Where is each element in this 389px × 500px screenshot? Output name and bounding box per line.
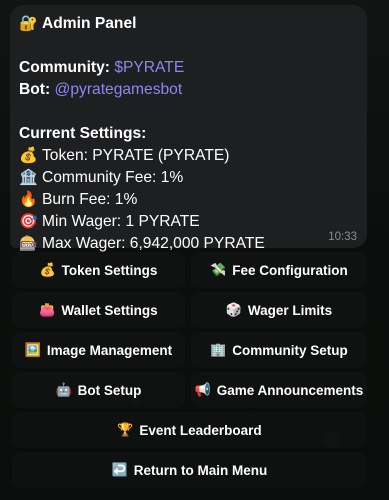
- community-cashtag-link[interactable]: $PYRATE: [114, 59, 184, 76]
- image-management-button[interactable]: 🖼️ Image Management: [12, 332, 185, 368]
- game-announcements-button[interactable]: 📢 Game Announcements: [191, 372, 367, 408]
- setting-burn-fee-text: Burn Fee: 1%: [42, 191, 138, 208]
- dice-icon: 🎲: [225, 302, 243, 317]
- lock-with-key-icon: 🔐: [19, 15, 38, 32]
- button-label: Event Leaderboard: [139, 422, 262, 438]
- community-setup-button[interactable]: 🏢 Community Setup: [191, 332, 367, 368]
- bank-icon: 🏦: [19, 169, 38, 186]
- bot-setup-button[interactable]: 🤖 Bot Setup: [12, 372, 185, 408]
- message-bubble: 🔐 Admin Panel Community: $PYRATE Bot: @py…: [10, 5, 367, 252]
- trophy-icon: 🏆: [117, 422, 134, 437]
- return-arrow-icon: ↩️: [111, 462, 128, 477]
- bot-username-link[interactable]: @pyrategamesbot: [55, 81, 183, 98]
- fee-configuration-button[interactable]: 💸 Fee Configuration: [191, 252, 367, 288]
- message-timestamp: 10:33: [328, 231, 357, 243]
- setting-community-fee-text: Community Fee: 1%: [42, 169, 184, 186]
- wager-limits-button[interactable]: 🎲 Wager Limits: [191, 292, 367, 328]
- community-label: Community:: [19, 59, 110, 76]
- settings-heading: Current Settings:: [19, 125, 147, 142]
- setting-min-wager-text: Min Wager: 1 PYRATE: [42, 213, 200, 230]
- button-label: Wager Limits: [247, 302, 333, 318]
- purse-icon: 👛: [39, 302, 56, 317]
- token-settings-button[interactable]: 💰 Token Settings: [12, 252, 185, 288]
- money-bag-icon: 💰: [39, 262, 56, 277]
- event-leaderboard-button[interactable]: 🏆 Event Leaderboard: [12, 412, 367, 448]
- office-building-icon: 🏢: [210, 342, 227, 357]
- money-bag-icon: 💰: [19, 147, 38, 164]
- bot-row: Bot: @pyrategamesbot: [19, 79, 357, 101]
- button-label: Image Management: [46, 342, 173, 358]
- button-label: Wallet Settings: [61, 302, 158, 318]
- button-label: Bot Setup: [77, 382, 142, 398]
- bot-label: Bot:: [19, 81, 51, 98]
- button-label: Token Settings: [61, 262, 158, 278]
- target-icon: 🎯: [19, 213, 38, 230]
- setting-min-wager: 🎯 Min Wager: 1 PYRATE: [19, 211, 357, 233]
- button-label: Game Announcements: [216, 382, 364, 398]
- fire-icon: 🔥: [19, 191, 38, 208]
- setting-burn-fee: 🔥 Burn Fee: 1%: [19, 189, 357, 211]
- setting-community-fee: 🏦 Community Fee: 1%: [19, 167, 357, 189]
- money-wings-icon: 💸: [210, 262, 227, 277]
- setting-token: 💰 Token: PYRATE (PYRATE): [19, 145, 357, 167]
- message-title: Admin Panel: [42, 15, 137, 32]
- button-label: Fee Configuration: [232, 262, 348, 278]
- robot-icon: 🤖: [55, 382, 72, 397]
- loudspeaker-icon: 📢: [194, 382, 211, 397]
- setting-max-wager-text: Max Wager: 6,942,000 PYRATE: [42, 235, 265, 252]
- framed-picture-icon: 🖼️: [24, 342, 42, 357]
- wallet-settings-button[interactable]: 👛 Wallet Settings: [12, 292, 185, 328]
- button-label: Community Setup: [232, 342, 348, 358]
- message-title-row: 🔐 Admin Panel: [19, 13, 357, 35]
- setting-token-text: Token: PYRATE (PYRATE): [42, 147, 230, 164]
- return-to-main-menu-button[interactable]: ↩️ Return to Main Menu: [12, 452, 367, 488]
- community-row: Community: $PYRATE: [19, 57, 357, 79]
- button-label: Return to Main Menu: [133, 462, 268, 478]
